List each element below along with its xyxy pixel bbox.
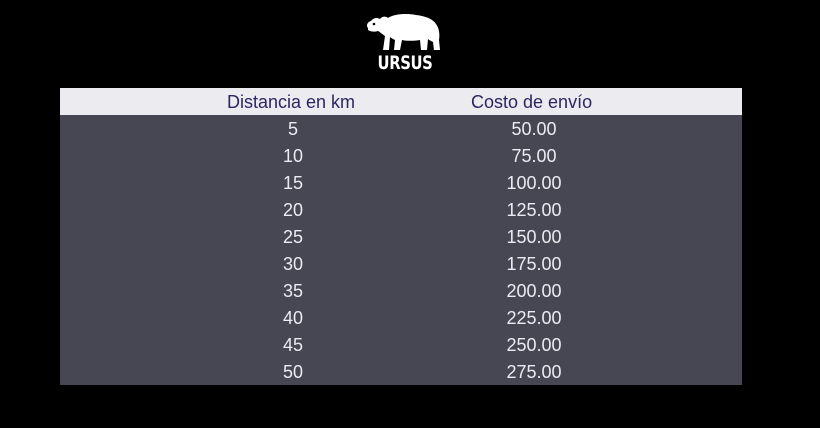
table-row: 10 75.00	[60, 142, 742, 169]
table-body: 5 50.00 10 75.00 15 100.00 20 125.00 25 150.00 30 1…	[60, 115, 742, 385]
cost-cell: 250.00	[506, 335, 562, 355]
table-row: 30 175.00	[60, 250, 742, 277]
distance-cell: 45	[282, 335, 304, 355]
header-distance: Distancia en km	[227, 92, 356, 112]
distance-cell: 35	[282, 281, 304, 301]
table-row: 45 250.00	[60, 331, 742, 358]
distance-cell: 30	[282, 254, 304, 274]
cost-cell: 150.00	[506, 227, 562, 247]
header-cost: Costo de envío	[471, 92, 593, 112]
distance-cell: 15	[282, 173, 304, 193]
table-row: 35 200.00	[60, 277, 742, 304]
table-row: 5 50.00	[60, 115, 742, 142]
cost-cell: 50.00	[511, 119, 557, 139]
cost-cell: 175.00	[506, 254, 562, 274]
cost-cell: 125.00	[506, 200, 562, 220]
page: URSUS Distancia en km Costo de envío 5 5…	[0, 0, 820, 428]
distance-cell: 5	[287, 119, 298, 139]
table-row: 40 225.00	[60, 304, 742, 331]
cost-cell: 75.00	[511, 146, 557, 166]
distance-cell: 40	[282, 308, 304, 328]
brand-logo: URSUS	[360, 10, 450, 76]
table-header-row: Distancia en km Costo de envío	[60, 88, 742, 115]
distance-cell: 20	[282, 200, 304, 220]
bear-icon	[367, 14, 440, 50]
shipping-cost-table: Distancia en km Costo de envío 5 50.00 10 7…	[60, 88, 742, 385]
cost-cell: 225.00	[506, 308, 562, 328]
distance-cell: 10	[282, 146, 304, 166]
cost-cell: 100.00	[506, 173, 562, 193]
table-row: 50 275.00	[60, 358, 742, 385]
distance-cell: 25	[282, 227, 304, 247]
brand-name: URSUS	[377, 52, 433, 74]
table-row: 20 125.00	[60, 196, 742, 223]
distance-cell: 50	[282, 362, 304, 382]
table-row: 15 100.00	[60, 169, 742, 196]
table-row: 25 150.00	[60, 223, 742, 250]
cost-cell: 275.00	[506, 362, 562, 382]
cost-cell: 200.00	[506, 281, 562, 301]
